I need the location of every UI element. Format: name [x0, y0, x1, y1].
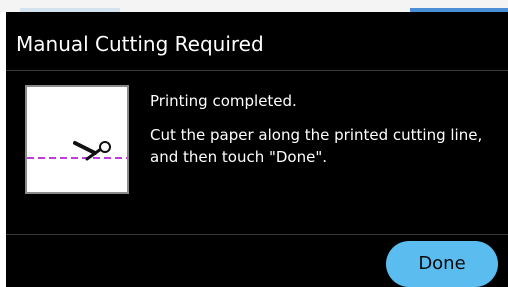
cutting-illustration	[25, 85, 129, 194]
dialog-title: Manual Cutting Required	[16, 32, 264, 56]
message-line-2: Cut the paper along the printed cutting …	[150, 126, 483, 144]
scissors-icon	[73, 141, 111, 161]
done-button[interactable]: Done	[386, 241, 498, 287]
manual-cutting-dialog: Manual Cutting Required Printing complet…	[6, 12, 508, 287]
paper-cut-diagram	[27, 141, 127, 161]
message-line-1: Printing completed.	[150, 92, 297, 110]
title-divider	[6, 70, 508, 71]
screen: Manual Cutting Required Printing complet…	[0, 0, 508, 287]
status-strip	[0, 0, 508, 12]
message-line-3: and then touch "Done".	[150, 148, 327, 166]
footer-divider	[6, 234, 508, 235]
